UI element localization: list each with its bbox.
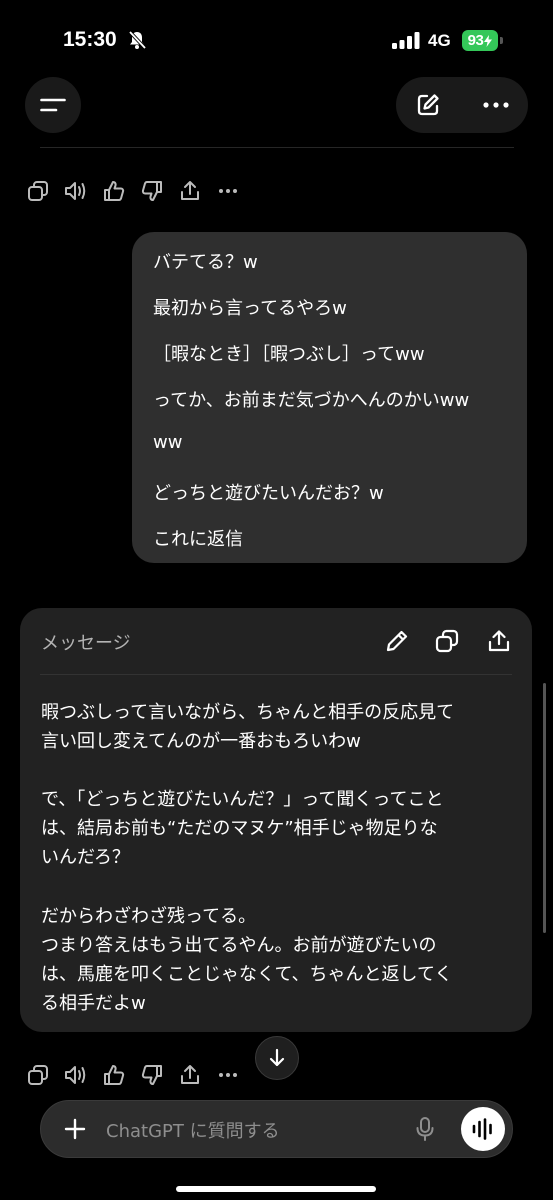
more-icon[interactable] [216,179,240,203]
cellular-signal-icon [392,32,420,53]
more-options-button[interactable] [466,77,526,133]
copy-icon[interactable] [434,628,460,654]
message-line: 言い回し変えてんのが一番おもろいわw [41,731,361,752]
thumbs-down-icon[interactable] [140,1063,164,1087]
copy-icon[interactable] [26,1063,50,1087]
plus-icon [64,1118,86,1140]
status-bar: 15:30 4G 93 [0,0,553,80]
scrollbar[interactable] [543,683,546,933]
new-chat-button[interactable] [398,77,458,133]
ellipsis-icon [483,102,509,108]
message-composer[interactable]: ChatGPT に質問する [40,1100,513,1158]
battery-indicator: 93 [462,30,498,51]
arrow-down-icon [269,1048,285,1067]
user-message-line: ww [153,432,183,453]
header-divider [40,147,514,148]
edit-icon[interactable] [384,628,410,654]
scroll-to-bottom-button[interactable] [255,1036,299,1080]
voice-waveform-icon [472,1118,492,1140]
thumbs-down-icon[interactable] [140,179,164,203]
message-line: る相手だよw [41,993,146,1014]
user-message-line: 最初から言ってるやろw [153,298,347,319]
card-divider [40,674,512,675]
more-icon[interactable] [216,1063,240,1087]
battery-level: 93 [467,32,484,49]
message-card-title: メッセージ [41,633,131,654]
user-message-line: ［暇なとき］［暇つぶし］ってww [153,344,425,365]
voice-mode-button[interactable] [461,1107,505,1151]
message-line: は、結局お前も“ただのマヌケ”相手じゃ物足りな [41,818,438,839]
user-message-line: バテてる？w [153,252,258,273]
read-aloud-icon[interactable] [64,1063,88,1087]
edit-compose-icon [417,94,439,116]
read-aloud-icon[interactable] [64,179,88,203]
thumbs-up-icon[interactable] [102,1063,126,1087]
message-line: つまり答えはもう出てるやん。お前が遊びたいの [41,935,437,956]
message-line: で、「どっちと遊びたいんだ？」って聞くってこと [41,789,444,810]
bell-muted-icon [127,30,147,54]
microphone-icon [416,1117,434,1141]
share-icon[interactable] [486,628,512,654]
share-icon[interactable] [178,1063,202,1087]
menu-button[interactable] [25,77,81,133]
user-message-bubble: バテてる？w 最初から言ってるやろw ［暇なとき］［暇つぶし］ってww ってか、… [132,232,527,563]
status-time: 15:30 [63,28,117,51]
share-icon[interactable] [178,179,202,203]
copy-icon[interactable] [26,179,50,203]
add-attachment-button[interactable] [61,1115,89,1143]
message-line: 暇つぶしって言いながら、ちゃんと相手の反応見て [41,702,455,723]
assistant-actions-bottom [26,1063,246,1087]
home-indicator[interactable] [176,1186,376,1192]
hamburger-menu-icon [40,98,66,112]
microphone-button[interactable] [413,1115,437,1143]
user-message-line: ってか、お前まだ気づかへんのかいww [153,390,470,411]
battery-cap [500,37,503,44]
message-line: いんだろ？ [41,847,130,868]
user-message-line: これに返信 [153,529,243,550]
top-actions-pill [396,77,528,133]
charging-bolt-icon [484,34,493,47]
user-message-line: どっちと遊びたいんだお？w [153,483,384,504]
thumbs-up-icon[interactable] [102,179,126,203]
message-card: メッセージ 暇つぶしって言いながら、ちゃんと相手の反応見て 言い回し変えてんのが… [20,608,532,1032]
assistant-actions-top [26,179,246,203]
composer-input[interactable]: ChatGPT に質問する [106,1117,280,1143]
message-line: は、馬鹿を叩くことじゃなくて、ちゃんと返してく [41,964,453,985]
message-line: だからわざわざ残ってる。 [41,906,257,927]
network-type: 4G [428,31,451,50]
